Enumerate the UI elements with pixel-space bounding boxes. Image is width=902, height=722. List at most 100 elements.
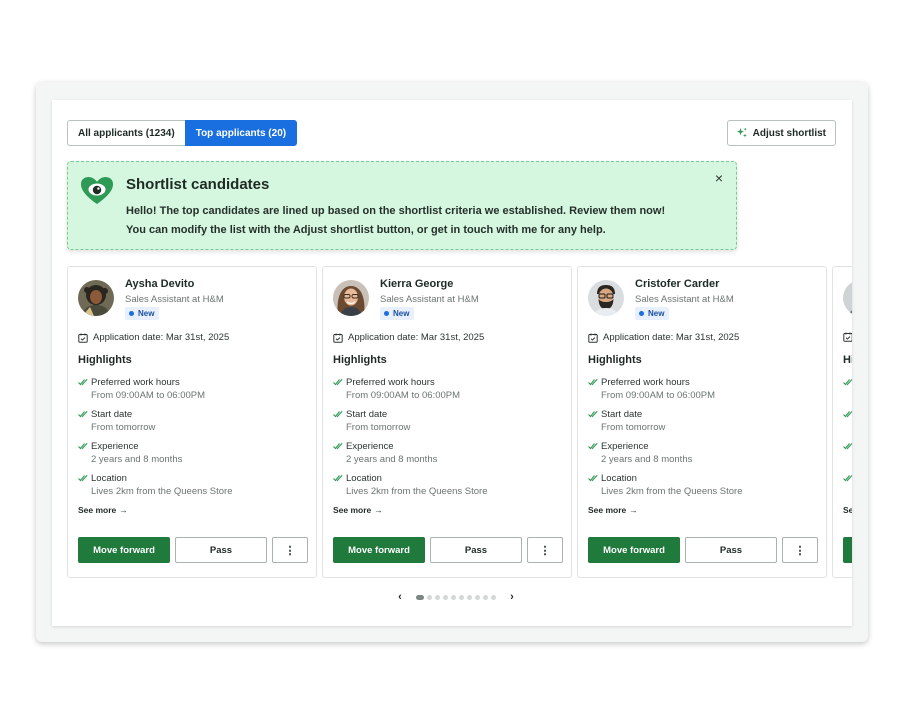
arrow-right-icon: → — [629, 505, 638, 515]
app-window: All applicants (1234) Top applicants (20… — [36, 82, 868, 642]
highlight-value: Lives 2km from the Queens Store — [346, 486, 488, 497]
see-more-link[interactable]: See more → — [333, 505, 383, 515]
chevron-right-icon[interactable]: › — [506, 591, 518, 603]
adjust-shortlist-label: Adjust shortlist — [752, 127, 826, 139]
double-check-icon — [588, 378, 598, 386]
highlight-label: Preferred work hours — [601, 377, 690, 388]
highlight-item: Experience 2 years and 8 months — [588, 441, 818, 473]
highlights-title: Highlights — [588, 354, 642, 366]
pager-dot[interactable] — [443, 594, 448, 600]
chevron-left-icon[interactable]: ‹ — [394, 591, 406, 603]
see-more-label: See more — [78, 505, 117, 515]
application-date-text: Application date: Mar 31st, 2025 — [603, 332, 740, 343]
highlight-item: Start date From tomorrow — [78, 409, 308, 441]
avatar — [843, 280, 852, 316]
highlights-title: Highlights — [333, 354, 387, 366]
see-more-link[interactable]: Se — [843, 505, 852, 515]
badge-label: New — [648, 309, 665, 318]
tab-all-applicants[interactable]: All applicants (1234) — [67, 120, 185, 146]
pager-dot[interactable] — [435, 594, 440, 600]
double-check-icon — [333, 442, 343, 450]
highlight-value: 2 years and 8 months — [346, 454, 438, 465]
adjust-shortlist-button[interactable]: Adjust shortlist — [726, 120, 836, 146]
double-check-icon — [333, 474, 343, 482]
pager-dots — [416, 594, 496, 600]
highlight-item: Preferred work hours From 09:00AM to 06:… — [588, 377, 818, 409]
see-more-label: See more — [333, 505, 372, 515]
highlight-item: Start date From tomorrow — [333, 409, 563, 441]
more-options-button[interactable]: ⋮ — [272, 537, 308, 563]
candidate-name[interactable]: Kierra George — [380, 278, 453, 290]
pager-dot[interactable] — [483, 594, 488, 600]
highlight-label: Start date — [346, 409, 388, 420]
shortlist-banner: Shortlist candidates Hello! The top cand… — [67, 161, 737, 250]
highlights-list: Preferred work hours From 09:00AM to 06:… — [78, 377, 308, 505]
status-badge: New — [125, 307, 160, 320]
double-check-icon — [78, 410, 88, 418]
calendar-check-icon — [333, 333, 343, 343]
pager-dot[interactable] — [451, 594, 456, 600]
double-check-icon — [843, 378, 852, 386]
pass-button[interactable]: Pass — [430, 537, 522, 563]
card-actions: Move forward Pass ⋮ — [78, 537, 308, 563]
candidate-name[interactable]: Aysha Devito — [125, 278, 194, 290]
highlight-label: Experience — [601, 441, 649, 452]
highlight-label: Experience — [91, 441, 139, 452]
pager-dot[interactable] — [427, 594, 432, 600]
highlight-label: Start date — [601, 409, 643, 420]
see-more-label: See more — [588, 505, 627, 515]
pager-dot[interactable] — [475, 594, 480, 600]
move-forward-button[interactable]: Move forward — [333, 537, 425, 563]
highlight-item: Location Lives 2km from the Queens Store — [78, 473, 308, 505]
highlight-item: Preferred work hours From 09:00AM to 06:… — [333, 377, 563, 409]
application-date: Application date: Mar 31st, 2025 — [78, 332, 229, 343]
move-forward-button[interactable] — [843, 537, 852, 563]
double-check-icon — [843, 410, 852, 418]
pager-dot[interactable] — [467, 594, 472, 600]
highlight-label: Location — [91, 473, 127, 484]
pass-button[interactable]: Pass — [685, 537, 777, 563]
more-options-button[interactable]: ⋮ — [527, 537, 563, 563]
candidate-name[interactable]: Cristofer Carder — [635, 278, 719, 290]
highlight-item: Experience 2 years and 8 months — [333, 441, 563, 473]
application-date-text: Application date: Mar 31st, 2025 — [93, 332, 230, 343]
highlights-list: Preferred work hours From 09:00AM to 06:… — [333, 377, 563, 505]
status-badge: New — [380, 307, 415, 320]
pager-dot[interactable] — [459, 594, 464, 600]
see-more-link[interactable]: See more → — [78, 505, 128, 515]
application-date: Application date: Mar 31st, 2025 — [333, 332, 484, 343]
close-icon[interactable]: × — [712, 171, 726, 185]
arrow-right-icon: → — [374, 505, 383, 515]
calendar-check-icon — [588, 333, 598, 343]
highlight-label: Start date — [91, 409, 133, 420]
highlight-item: Preferred work hours From 09:00AM to 06:… — [78, 377, 308, 409]
candidate-role: Sales Assistant at H&M — [635, 294, 734, 305]
move-forward-button[interactable]: Move forward — [588, 537, 680, 563]
tab-top-applicants[interactable]: Top applicants (20) — [184, 120, 298, 146]
application-date: Application date: Mar 31st, 2025 — [588, 332, 739, 343]
card-actions: Move forward Pass ⋮ — [588, 537, 818, 563]
see-more-label: Se — [843, 505, 852, 515]
move-forward-button[interactable]: Move forward — [78, 537, 170, 563]
highlight-item — [843, 441, 852, 473]
double-check-icon — [588, 474, 598, 482]
card-actions — [843, 537, 852, 563]
highlight-label: Location — [346, 473, 382, 484]
pager-dot[interactable] — [416, 594, 424, 600]
card-actions: Move forward Pass ⋮ — [333, 537, 563, 563]
banner-message: Hello! The top candidates are lined up b… — [126, 202, 665, 240]
highlight-item: Experience 2 years and 8 months — [78, 441, 308, 473]
candidate-card: Kierra George Sales Assistant at H&M New… — [322, 266, 572, 578]
highlights-list: Preferred work hours From 09:00AM to 06:… — [588, 377, 818, 505]
arrow-right-icon: → — [119, 505, 128, 515]
highlight-item: Location Lives 2km from the Queens Store — [588, 473, 818, 505]
highlight-value: 2 years and 8 months — [91, 454, 183, 465]
pager-dot[interactable] — [491, 594, 496, 600]
more-options-button[interactable]: ⋮ — [782, 537, 818, 563]
status-badge: New — [635, 307, 670, 320]
candidate-card: Hi Se — [832, 266, 852, 578]
banner-line-1: Hello! The top candidates are lined up b… — [126, 205, 666, 217]
pass-button[interactable]: Pass — [175, 537, 267, 563]
see-more-link[interactable]: See more → — [588, 505, 638, 515]
dot-icon — [384, 311, 389, 316]
